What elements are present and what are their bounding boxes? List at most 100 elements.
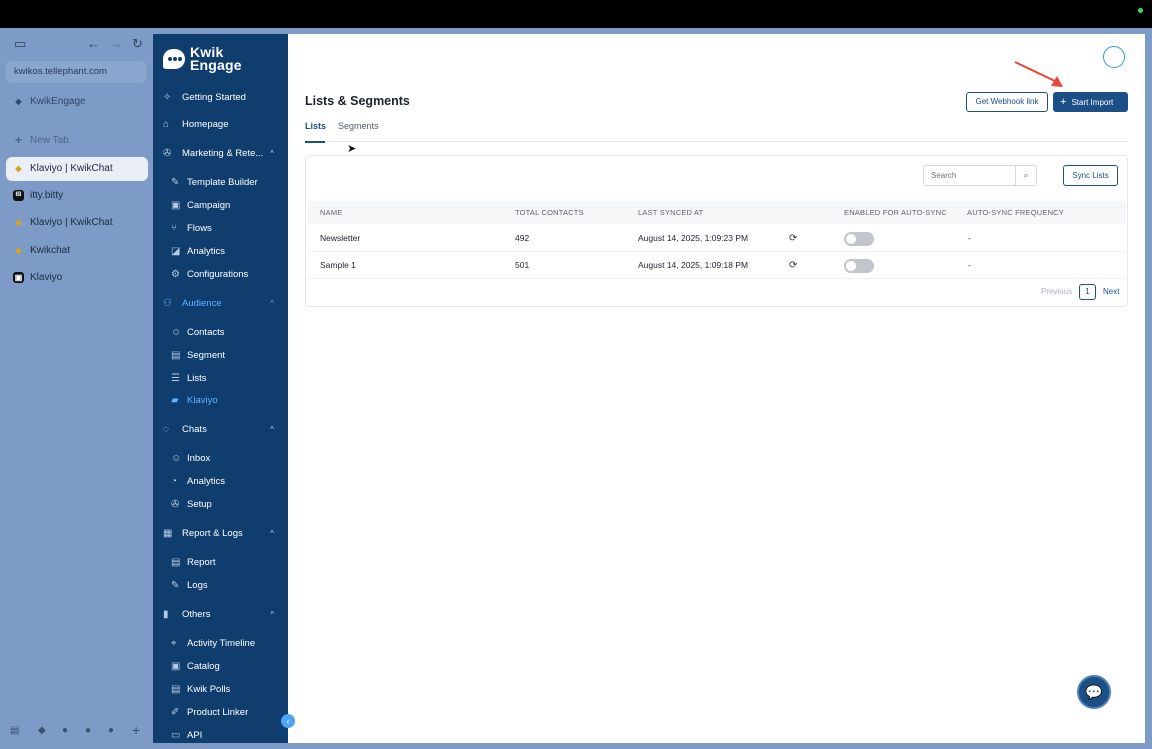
auto-sync-toggle[interactable] — [844, 259, 874, 273]
new-tab-label: New Tab — [30, 135, 69, 146]
logo-text: Kwik Engage — [190, 44, 242, 73]
nav-homepage[interactable]: ⌂ Homepage — [153, 114, 288, 136]
nav-label: Contacts — [187, 327, 225, 338]
chevron-up-icon[interactable]: ^ — [270, 143, 274, 165]
new-space-icon[interactable]: + — [132, 722, 140, 738]
kwikengage-logo[interactable]: Kwik Engage — [163, 44, 283, 74]
nav-campaign[interactable]: ▣ Campaign — [153, 195, 288, 217]
pagination-previous[interactable]: Previous — [1041, 284, 1072, 300]
column-header-name: NAME — [320, 208, 343, 217]
search-field: ⌕ — [923, 165, 1037, 186]
nav-klaviyo[interactable]: ▰ Klaviyo — [153, 390, 288, 412]
pinned-tab-label: KwikEngage — [30, 96, 86, 107]
config-icon: ⚙ — [171, 269, 180, 280]
nav-configurations[interactable]: ⚙ Configurations — [153, 264, 288, 286]
table-row[interactable]: Sample 1 501 August 14, 2025, 1:09:18 PM - ⟳ — [307, 252, 1126, 279]
nav-report-logs[interactable]: ▦ Report & Logs ^ — [153, 523, 288, 545]
chevron-up-icon[interactable]: ^ — [270, 523, 274, 545]
url-bar[interactable]: kwikos.tellephant.com — [6, 61, 146, 83]
pagination-page[interactable]: 1 — [1079, 284, 1096, 300]
window-frame — [153, 743, 1152, 749]
nav-audience[interactable]: ⚇ Audience ^ — [153, 293, 288, 315]
nav-label: Audience — [182, 298, 222, 309]
inbox-icon: ☺ — [171, 453, 182, 464]
nav-chat-analytics[interactable]: ◔ Analytics — [153, 471, 288, 493]
users-icon: ⚇ — [163, 298, 172, 309]
tab-segments[interactable]: Segments — [338, 120, 379, 132]
nav-kwik-polls[interactable]: ▤ Kwik Polls — [153, 679, 288, 701]
cell-last-synced: August 14, 2025, 1:09:23 PM — [638, 233, 749, 243]
resync-icon[interactable]: ⟳ — [789, 225, 797, 252]
cell-total-contacts: 492 — [515, 233, 530, 243]
catalog-icon: ▣ — [171, 661, 181, 672]
space-dot[interactable]: ● — [62, 725, 68, 736]
space-dot[interactable]: ● — [85, 725, 91, 736]
browser-tab[interactable]: ▣ Klaviyo — [6, 266, 148, 290]
sparkles-icon: ✧ — [163, 92, 172, 103]
nav-activity-timeline[interactable]: ⌖ Activity Timeline — [153, 633, 288, 655]
browser-sidebar: ▭ ← → ↻ kwikos.tellephant.com ◆ KwikEnga… — [0, 28, 153, 749]
browser-tab[interactable]: ◆ Kwikchat — [6, 239, 148, 263]
chat-bubbles-icon: 💬 — [1085, 684, 1103, 700]
chevron-up-icon[interactable]: ^ — [270, 604, 274, 626]
reload-icon[interactable]: ↻ — [132, 36, 143, 52]
nav-template-builder[interactable]: ✎ Template Builder — [153, 172, 288, 194]
nav-segment[interactable]: ▤ Segment — [153, 345, 288, 367]
user-avatar[interactable] — [1103, 46, 1125, 68]
space-dot[interactable]: ● — [108, 725, 114, 736]
archive-icon[interactable]: ▤ — [10, 725, 19, 736]
nav-setup[interactable]: ✇ Setup — [153, 494, 288, 516]
active-tab-indicator — [305, 141, 325, 143]
nav-label: Segment — [187, 350, 226, 361]
browser-tab[interactable]: IB itty.bitty — [6, 184, 148, 208]
report-icon: ▦ — [163, 528, 173, 539]
nav-marketing-retention[interactable]: ✇ Marketing & Rete... ^ — [153, 143, 288, 165]
sync-lists-button[interactable]: Sync Lists — [1063, 165, 1118, 186]
list-icon: ☰ — [171, 373, 180, 384]
nav-catalog[interactable]: ▣ Catalog — [153, 656, 288, 678]
start-import-label: Start Import — [1071, 98, 1114, 107]
new-tab-button[interactable]: + New Tab — [6, 129, 148, 153]
nav-lists[interactable]: ☰ Lists — [153, 368, 288, 390]
space-icon[interactable]: ◆ — [38, 725, 46, 736]
get-webhook-link-button[interactable]: Get Webhook link — [966, 92, 1048, 112]
search-icon[interactable]: ⌕ — [1015, 166, 1036, 185]
pagination-next[interactable]: Next — [1103, 284, 1119, 300]
chevron-up-icon[interactable]: ^ — [270, 293, 274, 315]
nav-logs[interactable]: ✎ Logs — [153, 575, 288, 597]
system-top-bar — [0, 0, 1152, 28]
auto-sync-toggle[interactable] — [844, 232, 874, 246]
nav-getting-started[interactable]: ✧ Getting Started — [153, 87, 288, 109]
pinned-tab-kwikengage[interactable]: ◆ KwikEngage — [6, 90, 148, 114]
resync-icon[interactable]: ⟳ — [789, 252, 797, 279]
browser-tab-label: Kwikchat — [30, 245, 71, 256]
nav-analytics[interactable]: ◪ Analytics — [153, 241, 288, 263]
sidebar-toggle-icon[interactable]: ▭ — [14, 36, 26, 52]
nav-chats[interactable]: ◌ Chats ^ — [153, 419, 288, 441]
back-icon[interactable]: ← — [87, 36, 100, 52]
logo-icon — [163, 49, 185, 69]
nav-inbox[interactable]: ☺ Inbox — [153, 448, 288, 470]
chat-support-button[interactable]: 💬 — [1077, 675, 1111, 709]
nav-flows[interactable]: ⑂ Flows — [153, 218, 288, 240]
nav-api[interactable]: ▭ API — [153, 725, 288, 743]
nav-product-linker[interactable]: ✐ Product Linker — [153, 702, 288, 724]
nav-label: Report — [187, 557, 216, 568]
search-input[interactable] — [924, 166, 1016, 185]
nav-others[interactable]: ▮ Others ^ — [153, 604, 288, 626]
collapse-sidebar-button[interactable]: ‹ — [281, 714, 295, 728]
nav-contacts[interactable]: ☺ Contacts — [153, 322, 288, 344]
forward-icon[interactable]: → — [110, 36, 123, 52]
main-content: Lists & Segments Get Webhook link + Start… — [288, 34, 1145, 743]
nav-report[interactable]: ▤ Report — [153, 552, 288, 574]
browser-tab[interactable]: ◆ Klaviyo | KwikChat — [6, 211, 148, 235]
mouse-cursor-icon: ➤ — [347, 143, 357, 155]
table-row[interactable]: Newsletter 492 August 14, 2025, 1:09:23 PM… — [307, 225, 1126, 252]
chevron-up-icon[interactable]: ^ — [270, 419, 274, 441]
browser-tab[interactable]: ◆ Klaviyo | KwikChat — [6, 157, 148, 181]
start-import-button[interactable]: + Start Import — [1053, 92, 1128, 112]
tab-lists[interactable]: Lists — [305, 120, 326, 132]
nav-label: Chats — [182, 424, 207, 435]
window-frame — [1145, 28, 1152, 749]
poll-icon: ▤ — [171, 684, 181, 695]
